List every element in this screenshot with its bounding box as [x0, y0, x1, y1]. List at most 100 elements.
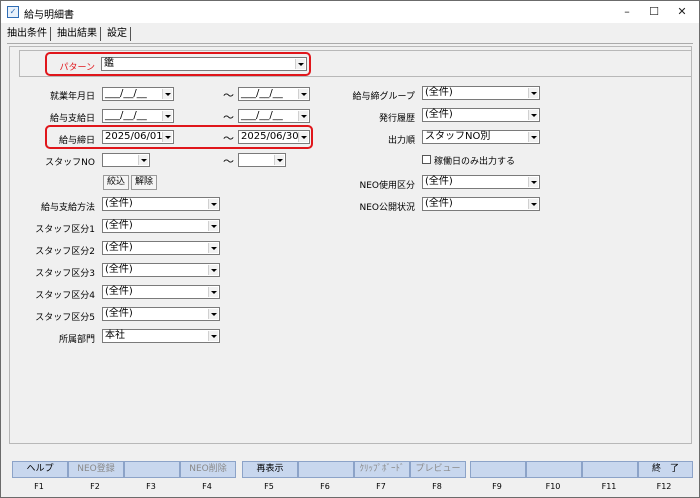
range-tilde: ～ — [223, 111, 234, 124]
neo-kokai-select[interactable]: (全件) — [422, 197, 540, 211]
range-tilde: ～ — [223, 89, 234, 102]
shutsuryoku-jun-label: 出力順 — [387, 136, 415, 146]
f5-key-label: F5 — [264, 482, 274, 491]
chevron-down-icon[interactable] — [298, 89, 308, 99]
f7-clipboard-button[interactable]: ｸﾘｯﾌﾟﾎﾞｰﾄﾞ — [354, 461, 410, 478]
f3-button[interactable] — [124, 461, 180, 478]
f6-key-label: F6 — [320, 482, 330, 491]
shutsuryoku-jun-select[interactable]: スタッフNO別 — [422, 130, 540, 144]
kubun1-value: (全件) — [105, 220, 133, 231]
f5-refresh-button[interactable]: 再表示 — [242, 461, 298, 478]
kyuyo-shikyu-label: 給与支給日 — [49, 114, 95, 124]
neo-shiyo-label: NEO使用区分 — [359, 181, 415, 191]
maximize-button[interactable]: ☐ — [639, 1, 669, 23]
busho-select[interactable]: 本社 — [102, 329, 220, 343]
f11-key-label: F11 — [601, 482, 617, 491]
tab-settings[interactable]: 設定 — [107, 27, 131, 41]
f12-exit-button[interactable]: 終 了 — [638, 461, 693, 478]
narrow-button[interactable]: 絞込 — [103, 175, 129, 190]
chevron-down-icon[interactable] — [138, 155, 148, 165]
staff-no-from[interactable] — [102, 153, 150, 167]
kubun4-value: (全件) — [105, 286, 133, 297]
title-bar: ✓ 給与明細書 – ☐ ✕ — [1, 1, 699, 23]
f9-key-label: F9 — [492, 482, 502, 491]
minimize-button[interactable]: – — [612, 1, 642, 23]
tab-divider — [7, 43, 693, 44]
neo-kokai-value: (全件) — [425, 198, 453, 209]
tab-extract-conditions[interactable]: 抽出条件 — [7, 27, 51, 41]
f7-key-label: F7 — [376, 482, 386, 491]
busho-value: 本社 — [105, 330, 125, 341]
chevron-down-icon[interactable] — [528, 110, 538, 120]
staff-no-label: スタッフNO — [45, 158, 95, 168]
chevron-down-icon[interactable] — [208, 221, 218, 231]
shugyo-to-value: ___/__/__ — [241, 88, 283, 99]
chevron-down-icon[interactable] — [162, 111, 172, 121]
f1-key-label: F1 — [34, 482, 44, 491]
staff-no-to[interactable] — [238, 153, 286, 167]
chevron-down-icon[interactable] — [208, 331, 218, 341]
app-window: ✓ 給与明細書 – ☐ ✕ 抽出条件 抽出結果 設定 パターン 鑑 就業年月日 … — [0, 0, 700, 498]
f12-key-label: F12 — [656, 482, 672, 491]
chevron-down-icon[interactable] — [528, 177, 538, 187]
f4-neo-delete-button[interactable]: NEO削除 — [180, 461, 236, 478]
shime-group-label: 給与締グループ — [352, 92, 415, 102]
chevron-down-icon[interactable] — [528, 199, 538, 209]
hakko-rireki-select[interactable]: (全件) — [422, 108, 540, 122]
kado-only-label: 稼働日のみ出力する — [434, 157, 516, 167]
chevron-down-icon[interactable] — [208, 309, 218, 319]
kyuyo-shikyu-to-date[interactable]: ___/__/__ — [238, 109, 310, 123]
kubun5-value: (全件) — [105, 308, 133, 319]
shugyo-from-value: ___/__/__ — [105, 88, 147, 99]
kubun1-label: スタッフ区分1 — [35, 225, 95, 235]
kubun3-value: (全件) — [105, 264, 133, 275]
shugyo-to-date[interactable]: ___/__/__ — [238, 87, 310, 101]
kyuyo-shikyu-from-date[interactable]: ___/__/__ — [102, 109, 174, 123]
f3-key-label: F3 — [146, 482, 156, 491]
f8-preview-button[interactable]: プレビュー — [410, 461, 466, 478]
f1-help-button[interactable]: ヘルプ — [12, 461, 68, 478]
f2-key-label: F2 — [90, 482, 100, 491]
f9-button[interactable] — [470, 461, 526, 478]
shugyo-from-date[interactable]: ___/__/__ — [102, 87, 174, 101]
kubun3-select[interactable]: (全件) — [102, 263, 220, 277]
chevron-down-icon[interactable] — [208, 243, 218, 253]
shime-group-select[interactable]: (全件) — [422, 86, 540, 100]
f6-button[interactable] — [298, 461, 354, 478]
shugyo-label: 就業年月日 — [49, 92, 95, 102]
app-icon: ✓ — [7, 6, 19, 18]
shime-highlight — [45, 125, 313, 149]
shutsuryoku-jun-value: スタッフNO別 — [425, 131, 491, 142]
kubun4-select[interactable]: (全件) — [102, 285, 220, 299]
neo-shiyo-select[interactable]: (全件) — [422, 175, 540, 189]
chevron-down-icon[interactable] — [208, 287, 218, 297]
clear-button[interactable]: 解除 — [131, 175, 157, 190]
chevron-down-icon[interactable] — [274, 155, 284, 165]
close-button[interactable]: ✕ — [667, 1, 697, 23]
f2-neo-register-button[interactable]: NEO登録 — [68, 461, 124, 478]
kubun5-select[interactable]: (全件) — [102, 307, 220, 321]
kyuyo-shikyu-to-value: ___/__/__ — [241, 110, 283, 121]
f11-button[interactable] — [582, 461, 638, 478]
function-key-bar: ヘルプ NEO登録 NEO削除 再表示 ｸﾘｯﾌﾟﾎﾞｰﾄﾞ プレビュー 終 了 — [10, 461, 693, 479]
kubun2-value: (全件) — [105, 242, 133, 253]
neo-kokai-label: NEO公開状況 — [359, 203, 415, 213]
kubun2-select[interactable]: (全件) — [102, 241, 220, 255]
kubun1-select[interactable]: (全件) — [102, 219, 220, 233]
kubun2-label: スタッフ区分2 — [35, 247, 95, 257]
window-title: 給与明細書 — [24, 10, 74, 21]
chevron-down-icon[interactable] — [162, 89, 172, 99]
chevron-down-icon[interactable] — [528, 88, 538, 98]
shikyu-hoho-select[interactable]: (全件) — [102, 197, 220, 211]
f10-button[interactable] — [526, 461, 582, 478]
shikyu-hoho-label: 給与支給方法 — [40, 203, 95, 213]
tab-extract-results[interactable]: 抽出結果 — [57, 27, 101, 41]
chevron-down-icon[interactable] — [528, 132, 538, 142]
chevron-down-icon[interactable] — [208, 265, 218, 275]
kado-only-checkbox[interactable] — [422, 155, 431, 164]
chevron-down-icon[interactable] — [298, 111, 308, 121]
shime-group-value: (全件) — [425, 87, 453, 98]
shikyu-hoho-value: (全件) — [105, 198, 133, 209]
range-tilde: ～ — [223, 155, 234, 168]
chevron-down-icon[interactable] — [208, 199, 218, 209]
